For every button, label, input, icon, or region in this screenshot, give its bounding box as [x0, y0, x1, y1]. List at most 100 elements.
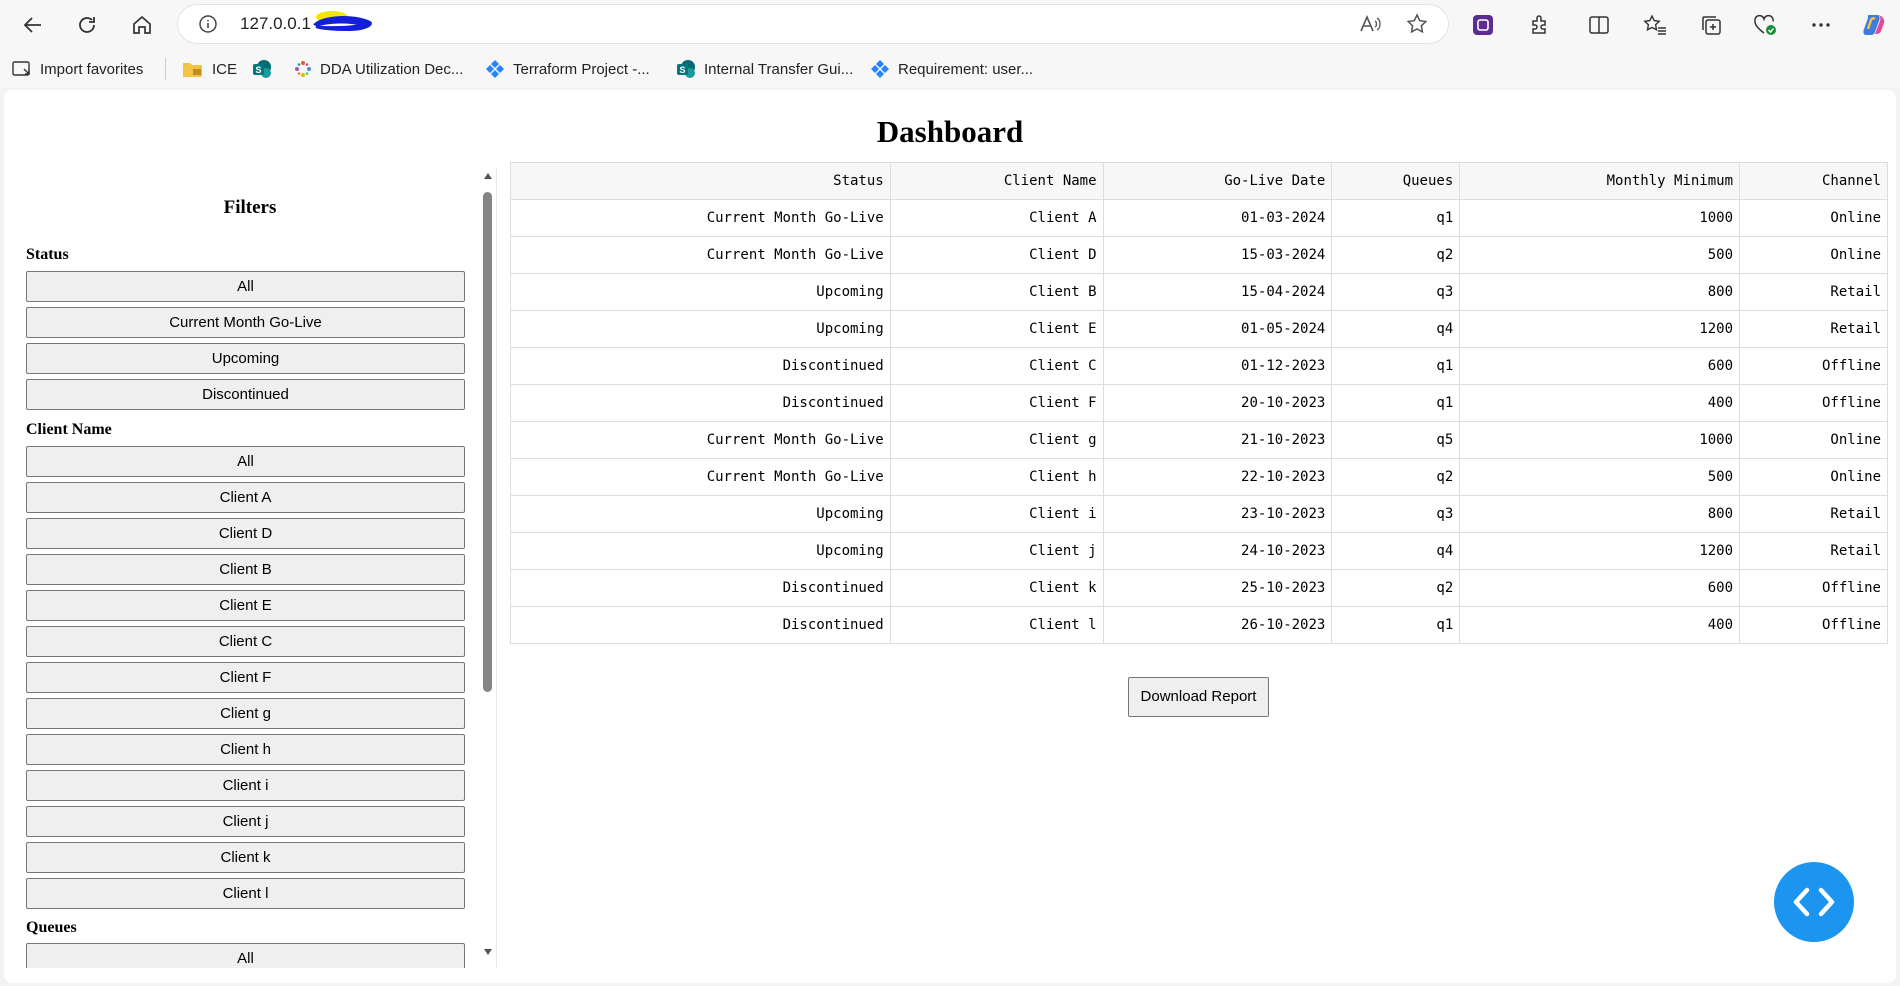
- queues-filter-all[interactable]: All: [26, 943, 465, 968]
- browser-essentials-icon[interactable]: [1750, 10, 1780, 40]
- status-filter-upcoming[interactable]: Upcoming: [26, 343, 465, 374]
- copilot-icon[interactable]: [1858, 10, 1888, 40]
- split-screen-icon[interactable]: [1584, 10, 1614, 40]
- download-report-button[interactable]: Download Report: [1128, 677, 1269, 717]
- status-filter-all[interactable]: All: [26, 271, 465, 302]
- scrollbar-thumb[interactable]: [483, 192, 492, 692]
- cell-queues: q2: [1331, 458, 1461, 496]
- cell-status: Discontinued: [510, 384, 891, 422]
- cell-client-name: Client B: [889, 273, 1104, 311]
- refresh-icon[interactable]: [68, 7, 106, 43]
- client-filter-client-h[interactable]: Client h: [26, 734, 465, 765]
- client-filter-client-f[interactable]: Client F: [26, 662, 465, 693]
- extension-purple-icon[interactable]: [1468, 10, 1498, 40]
- bookmark-label: Terraform Project -...: [513, 60, 650, 78]
- cell-queues: q3: [1331, 495, 1461, 533]
- bookmark-label: ICE: [212, 60, 238, 78]
- favorites-bar: Import favorites ICE S DDA Utilization D…: [0, 50, 1900, 88]
- home-icon[interactable]: [123, 7, 161, 43]
- cell-channel: Offline: [1739, 384, 1888, 422]
- table-row: Upcoming Client j 24-10-2023 q4 1200 Retail: [510, 532, 1888, 570]
- sidebar-scrollbar[interactable]: [480, 168, 496, 968]
- url-text[interactable]: 127.0.0.1: [240, 14, 311, 34]
- cell-client-name: Client i: [889, 495, 1104, 533]
- page-title: Dashboard: [876, 114, 1024, 149]
- client-filter-client-l[interactable]: Client l: [26, 878, 465, 909]
- client-filter-client-i[interactable]: Client i: [26, 770, 465, 801]
- bookmark-import-favorites[interactable]: Import favorites: [12, 59, 143, 79]
- cell-client-name: Client g: [889, 421, 1104, 459]
- filters-heading: Filters: [223, 197, 277, 218]
- info-icon[interactable]: [198, 14, 218, 39]
- collections-icon[interactable]: [1696, 10, 1726, 40]
- client-filter-client-k[interactable]: Client k: [26, 842, 465, 873]
- redaction-scribble-icon: [313, 11, 372, 32]
- client-filter-all[interactable]: All: [26, 446, 465, 477]
- cell-channel: Offline: [1739, 569, 1888, 607]
- cell-status: Current Month Go-Live: [510, 199, 891, 237]
- cell-queues: q2: [1331, 569, 1461, 607]
- filters-scroll-area[interactable]: Filters Status All Current Month Go-Live…: [4, 168, 474, 968]
- more-options-icon[interactable]: [1806, 10, 1836, 40]
- cell-client-name: Client l: [889, 606, 1104, 644]
- cell-queues: q1: [1331, 347, 1461, 385]
- cell-monthly-minimum: 400: [1459, 384, 1741, 422]
- address-bar[interactable]: 127.0.0.1: [178, 5, 1448, 43]
- bookmark-terraform-project[interactable]: Terraform Project -...: [485, 59, 650, 79]
- table-row: Current Month Go-Live Client A 01-03-2024 q…: [510, 199, 1888, 237]
- cell-go-live-date: 24-10-2023: [1102, 532, 1333, 570]
- extensions-puzzle-icon[interactable]: [1524, 10, 1554, 40]
- cell-queues: q2: [1331, 236, 1461, 274]
- column-header-status: Status: [510, 162, 891, 200]
- scroll-down-arrow-icon[interactable]: [483, 948, 493, 956]
- cell-channel: Online: [1739, 458, 1888, 496]
- cell-status: Upcoming: [510, 532, 891, 570]
- table-row: Upcoming Client B 15-04-2024 q3 800 Retail: [510, 273, 1888, 311]
- back-icon[interactable]: [14, 7, 52, 43]
- cell-go-live-date: 01-03-2024: [1102, 199, 1333, 237]
- svg-text:S: S: [679, 65, 685, 75]
- client-filter-client-e[interactable]: Client E: [26, 590, 465, 621]
- bookmark-requirement[interactable]: Requirement: user...: [870, 59, 1033, 79]
- client-filter-client-c[interactable]: Client C: [26, 626, 465, 657]
- cell-channel: Online: [1739, 421, 1888, 459]
- client-filter-client-g[interactable]: Client g: [26, 698, 465, 729]
- cell-monthly-minimum: 500: [1459, 458, 1741, 496]
- web-page: Dashboard Filters Status All Current Mon…: [4, 90, 1896, 983]
- bookmark-ice[interactable]: ICE: [182, 59, 237, 79]
- client-filter-client-b[interactable]: Client B: [26, 554, 465, 585]
- status-filter-current-month-go-live[interactable]: Current Month Go-Live: [26, 307, 465, 338]
- code-floating-button[interactable]: [1774, 862, 1854, 942]
- cell-monthly-minimum: 1000: [1459, 421, 1741, 459]
- client-filter-client-a[interactable]: Client A: [26, 482, 465, 513]
- cell-monthly-minimum: 400: [1459, 606, 1741, 644]
- cell-client-name: Client F: [889, 384, 1104, 422]
- cell-channel: Retail: [1739, 532, 1888, 570]
- table-row: Current Month Go-Live Client g 21-10-2023 q…: [510, 421, 1888, 459]
- cell-channel: Online: [1739, 236, 1888, 274]
- read-aloud-icon[interactable]: [1358, 13, 1382, 40]
- client-filter-client-d[interactable]: Client D: [26, 518, 465, 549]
- bookmark-dda-utilization[interactable]: DDA Utilization Dec...: [294, 59, 463, 79]
- cell-client-name: Client E: [889, 310, 1104, 348]
- queues-filter-label: Queues: [26, 919, 77, 936]
- sidebar-divider: [496, 168, 497, 968]
- bookmark-internal-transfer[interactable]: S Internal Transfer Gui...: [676, 59, 853, 79]
- client-filter-client-j[interactable]: Client j: [26, 806, 465, 837]
- cell-monthly-minimum: 600: [1459, 347, 1741, 385]
- cell-monthly-minimum: 800: [1459, 273, 1741, 311]
- cell-go-live-date: 01-12-2023: [1102, 347, 1333, 385]
- table-row: Discontinued Client C 01-12-2023 q1 600 Offli…: [510, 347, 1888, 385]
- cell-go-live-date: 15-03-2024: [1102, 236, 1333, 274]
- favorite-star-icon[interactable]: [1406, 13, 1428, 40]
- cell-monthly-minimum: 1200: [1459, 310, 1741, 348]
- dashboard-table: Status Client Name Go-Live Date Queues M…: [510, 162, 1888, 644]
- cell-monthly-minimum: 500: [1459, 236, 1741, 274]
- scroll-up-arrow-icon[interactable]: [483, 172, 493, 180]
- status-filter-discontinued[interactable]: Discontinued: [26, 379, 465, 410]
- bookmark-label: Requirement: user...: [898, 60, 1034, 78]
- favorites-icon[interactable]: [1640, 10, 1670, 40]
- cell-status: Current Month Go-Live: [510, 236, 891, 274]
- bookmark-sharepoint[interactable]: S: [252, 59, 280, 79]
- cell-queues: q1: [1331, 606, 1461, 644]
